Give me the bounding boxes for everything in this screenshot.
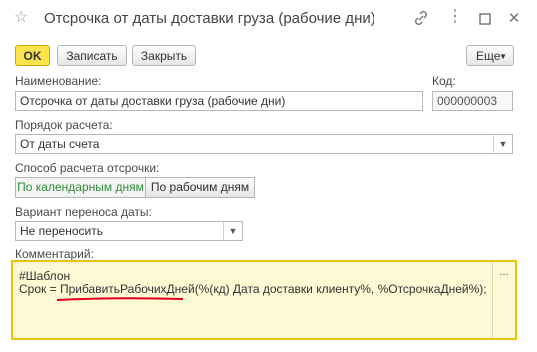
star-icon[interactable]: ☆ (14, 10, 28, 26)
chevron-down-icon[interactable]: ▼ (223, 222, 242, 240)
comment-line-2: Срок = ПрибавитьРабочихДней(%(кд) Дата д… (19, 282, 487, 296)
save-button[interactable]: Записать (57, 45, 127, 66)
delay-method-label: Способ расчета отсрочки: (15, 161, 160, 175)
comment-more-button[interactable]: ... (493, 266, 515, 278)
close-button[interactable]: Закрыть (132, 45, 196, 66)
name-field[interactable]: Отсрочка от даты доставки груза (рабочие… (15, 91, 423, 111)
transfer-label: Вариант переноса даты: (15, 205, 152, 219)
more-button[interactable]: Еще ▼ (466, 45, 514, 66)
window-title: Отсрочка от даты доставки груза (рабочие… (44, 10, 374, 27)
ok-button[interactable]: OK (15, 45, 50, 66)
option-working-days[interactable]: По рабочим дням (146, 177, 255, 198)
maximize-icon[interactable] (476, 10, 494, 28)
chevron-down-icon[interactable]: ▼ (493, 135, 512, 153)
chevron-down-icon: ▼ (499, 52, 507, 61)
close-icon[interactable]: ✕ (505, 10, 523, 28)
transfer-value: Не переносить (20, 224, 103, 238)
transfer-select[interactable]: Не переносить ▼ (15, 221, 243, 241)
comment-line-1: #Шаблон (19, 269, 71, 283)
more-icon[interactable]: ⋮ (446, 9, 464, 28)
title-bar: ☆ Отсрочка от даты доставки груза (рабоч… (0, 0, 537, 38)
comment-label: Комментарий: (15, 247, 94, 261)
comment-textarea[interactable]: #Шаблон Срок = ПрибавитьРабочихДней(%(кд… (11, 260, 517, 340)
red-underline-annotation (56, 297, 184, 301)
comment-scroll-column: ... (492, 262, 515, 338)
calc-order-value: От даты счета (20, 137, 100, 151)
option-calendar-days[interactable]: По календарным дням (15, 177, 146, 198)
code-label: Код: (432, 74, 456, 88)
name-label: Наименование: (15, 74, 102, 88)
code-field[interactable]: 000000003 (432, 91, 513, 111)
calc-order-select[interactable]: От даты счета ▼ (15, 134, 513, 154)
link-icon[interactable] (412, 10, 430, 28)
more-button-label: Еще (476, 49, 501, 63)
calc-order-label: Порядок расчета: (15, 118, 113, 132)
